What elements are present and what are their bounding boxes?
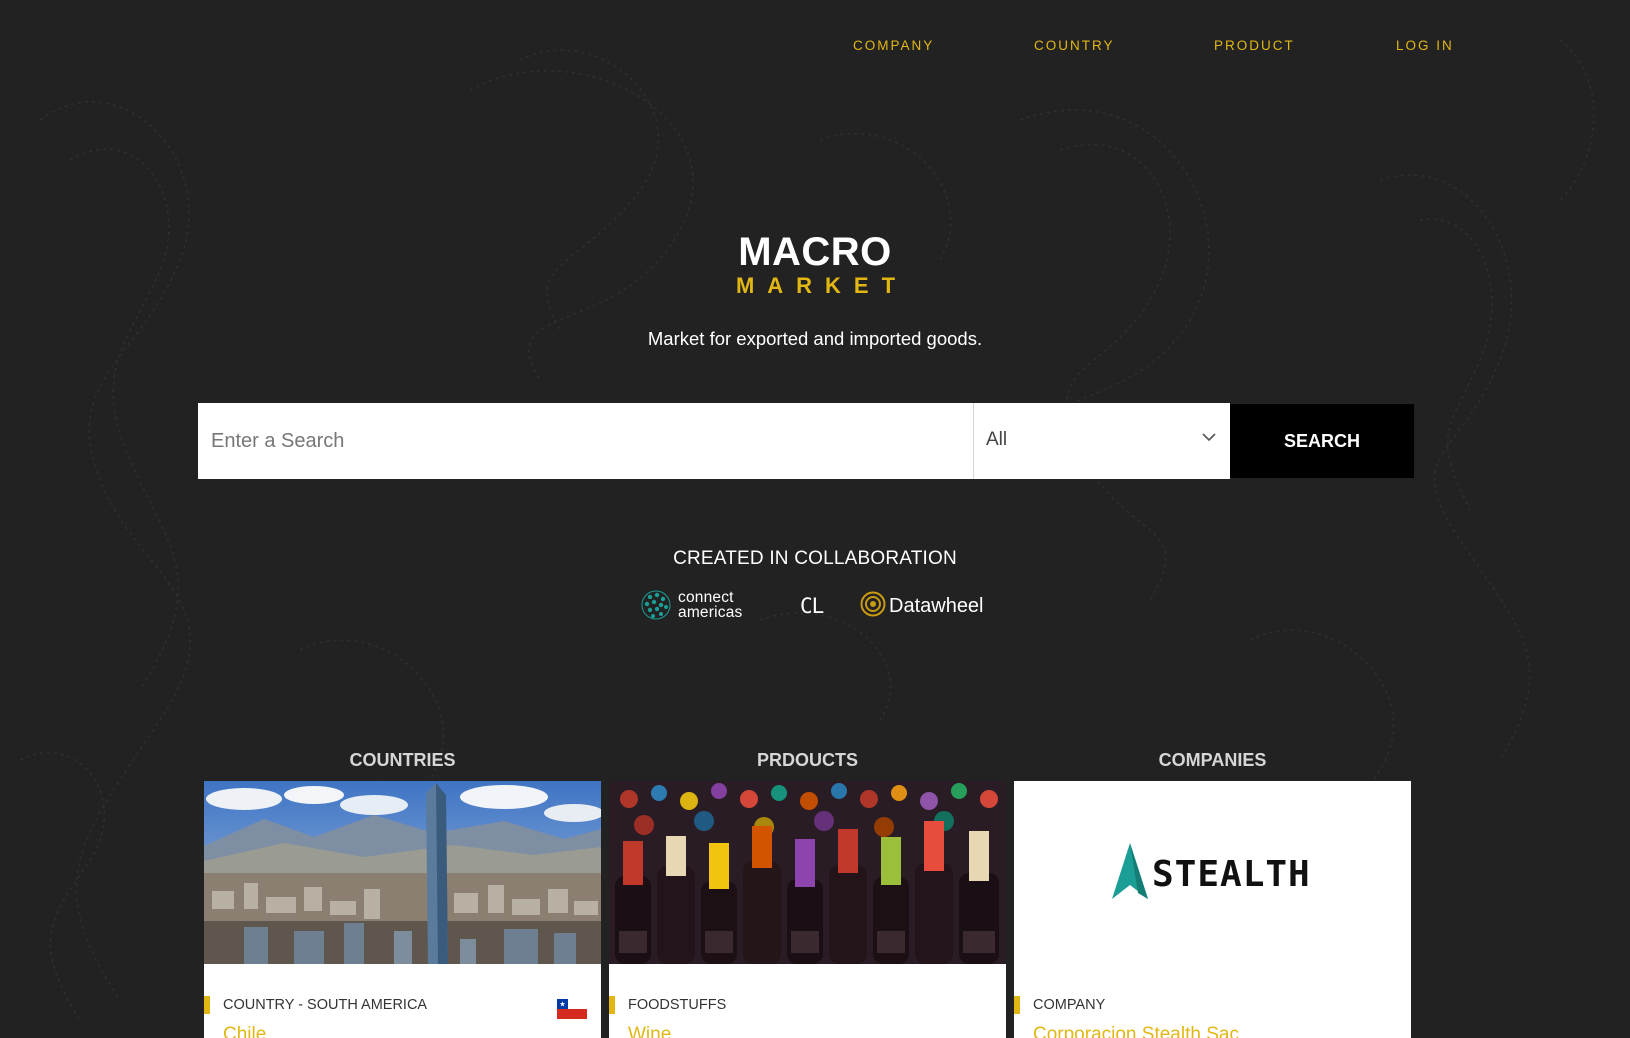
santiago-skyline-image — [204, 781, 601, 964]
stealth-logo-text: STEALTH — [1152, 854, 1311, 895]
search-bar: All SEARCH — [198, 403, 1414, 479]
country-card-name: Chile — [223, 1024, 267, 1038]
datawheel-text: Datawheel — [889, 595, 984, 617]
category-select[interactable]: All — [973, 403, 1230, 479]
collaboration-title: CREATED IN COLLABORATION — [673, 548, 957, 569]
datawheel-wheel-icon — [860, 591, 886, 617]
products-section-title: PRDOUCTS — [756, 750, 858, 770]
company-card-name: Corporacion Stealth Sac — [1033, 1024, 1239, 1038]
connect-americas-globe-icon — [641, 590, 671, 620]
connect-americas-logo[interactable]: connect americas — [640, 586, 760, 622]
category-select-value: All — [986, 429, 1008, 450]
product-card-meta: FOODSTUFFS — [609, 996, 1006, 1014]
datawheel-logo[interactable]: Datawheel — [860, 586, 1000, 622]
country-card-meta: COUNTRY - SOUTH AMERICA — [204, 996, 601, 1014]
nav-login-link[interactable]: LOG IN — [1396, 38, 1454, 53]
search-input[interactable] — [198, 403, 973, 479]
tagline: Market for exported and imported goods. — [647, 328, 983, 349]
top-nav: COMPANY COUNTRY PRODUCT LOG IN — [0, 38, 1630, 60]
product-card-wine[interactable]: FOODSTUFFS Wine — [609, 781, 1006, 1038]
nav-product-link[interactable]: PRODUCT — [1214, 38, 1295, 53]
wine-bottles-image — [609, 781, 1006, 964]
nav-country-link[interactable]: COUNTRY — [1034, 38, 1115, 53]
countries-section-title: COUNTRIES — [349, 750, 456, 770]
companies-section-title: COMPANIES — [1158, 750, 1267, 770]
logo-line-market: MARKET — [735, 273, 909, 298]
nav-company-link[interactable]: COMPANY — [853, 38, 934, 53]
country-card-chile[interactable]: COUNTRY - SOUTH AMERICA Chile — [204, 781, 601, 1038]
cl-logo[interactable]: CL — [800, 594, 824, 618]
logo-line-macro: MACRO — [738, 230, 892, 274]
chile-flag-icon — [557, 999, 587, 1019]
stealth-logo-image: STEALTH — [1014, 781, 1411, 964]
site-logo[interactable]: MACRO MARKET — [0, 230, 1630, 298]
company-card-meta: COMPANY — [1014, 996, 1411, 1014]
connect-americas-text: connect americas — [678, 590, 743, 621]
product-card-name: Wine — [628, 1024, 672, 1038]
chevron-down-icon — [1202, 433, 1216, 442]
search-button[interactable]: SEARCH — [1230, 404, 1414, 478]
partner-logos: connect americas CL Datawheel — [640, 586, 1000, 626]
company-card-stealth[interactable]: STEALTH COMPANY Corporacion Stealth Sac — [1014, 781, 1411, 1038]
connect-americas-line2: americas — [678, 604, 743, 621]
